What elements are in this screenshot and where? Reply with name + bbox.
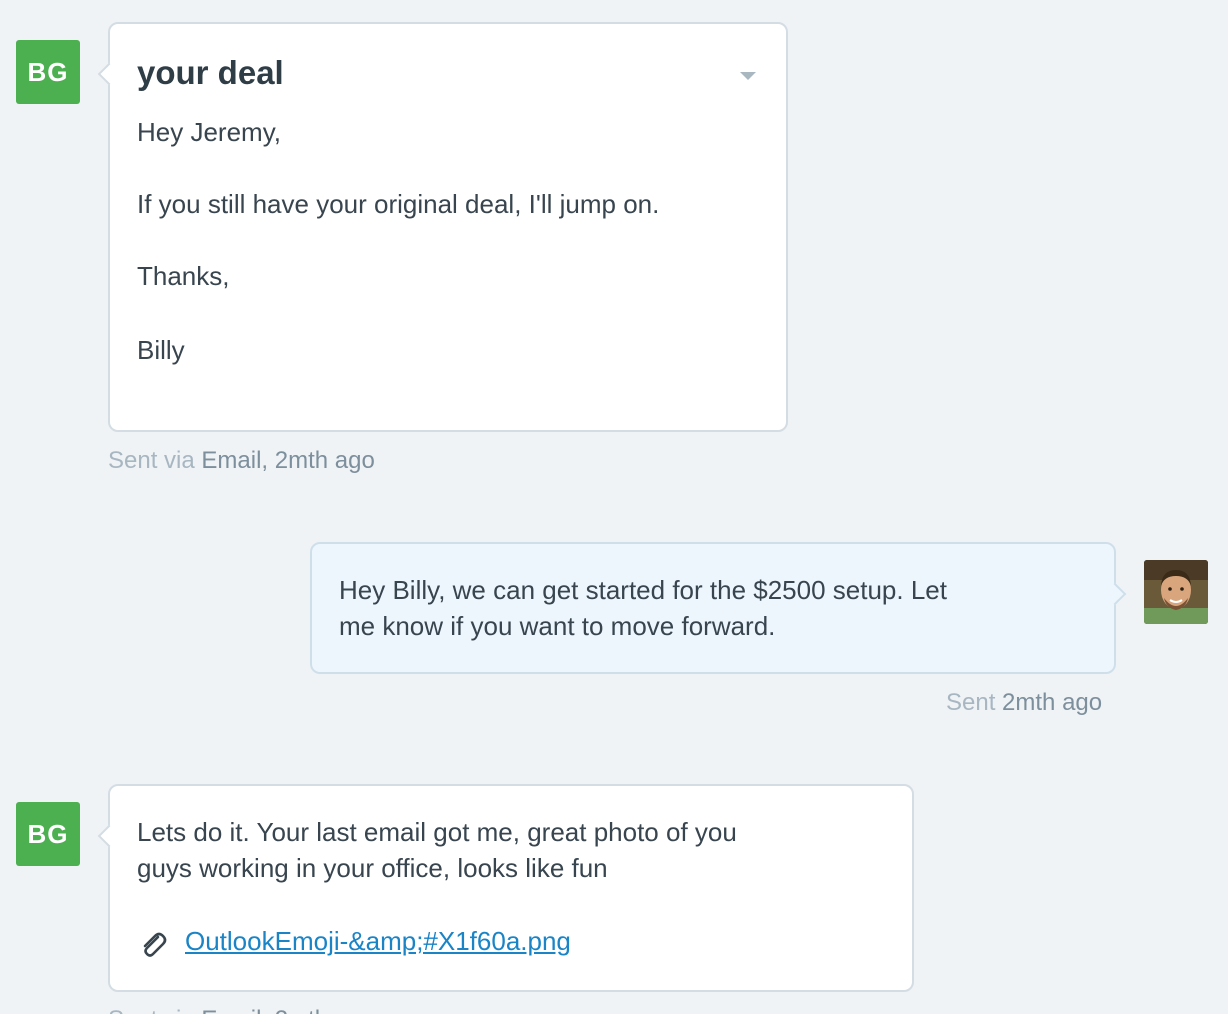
message-line: guys working in your office, looks like … (137, 853, 608, 883)
bubble-tail (97, 824, 121, 848)
message-line: Hey Billy, we can get started for the $2… (339, 575, 947, 605)
message-line: Hey Jeremy, (137, 117, 281, 147)
message-bubble-outgoing: Hey Billy, we can get started for the $2… (310, 542, 1127, 674)
bubble-tail (97, 62, 121, 86)
meta-channel: Email, (201, 1006, 268, 1014)
meta-prefix: Sent via (108, 1006, 195, 1014)
message-meta: Sent 2mth ago (946, 689, 1102, 717)
agent-photo-icon (1144, 560, 1208, 624)
sender-avatar[interactable]: BG (16, 802, 80, 866)
meta-prefix: Sent via (108, 447, 195, 474)
meta-channel: Email, (201, 447, 269, 474)
meta-time: 2mth ago (1002, 689, 1103, 716)
meta-prefix: Sent (946, 689, 996, 716)
message-line: Billy (137, 335, 185, 365)
meta-time: 2mth ago (274, 447, 375, 474)
message-line: Lets do it. Your last email got me, grea… (137, 817, 737, 847)
message-bubble-incoming: your deal Hey Jeremy, If you still have … (97, 22, 788, 432)
conversation-thread: BG your deal Hey Jeremy, If you still ha… (0, 0, 1228, 1014)
message-subject: your deal (137, 54, 284, 91)
message-meta: Sent via Email, 2mth ago (108, 447, 375, 475)
sender-avatar[interactable]: BG (16, 40, 80, 104)
paperclip-icon (143, 932, 167, 957)
message-line: If you still have your original deal, I'… (137, 189, 660, 219)
bubble-tail (1103, 582, 1127, 606)
message-line: Thanks, (137, 261, 230, 291)
message-meta: Sent via Email, 2mth ago (108, 1006, 375, 1014)
chevron-down-icon[interactable] (740, 72, 756, 80)
message-line: me know if you want to move forward. (339, 611, 776, 641)
attachment-link[interactable]: OutlookEmoji-&amp;#X1f60a.png (185, 926, 571, 957)
message-bubble-incoming: Lets do it. Your last email got me, grea… (97, 784, 914, 992)
meta-time: 2mth ago (275, 1006, 375, 1014)
agent-avatar[interactable] (1144, 560, 1208, 624)
